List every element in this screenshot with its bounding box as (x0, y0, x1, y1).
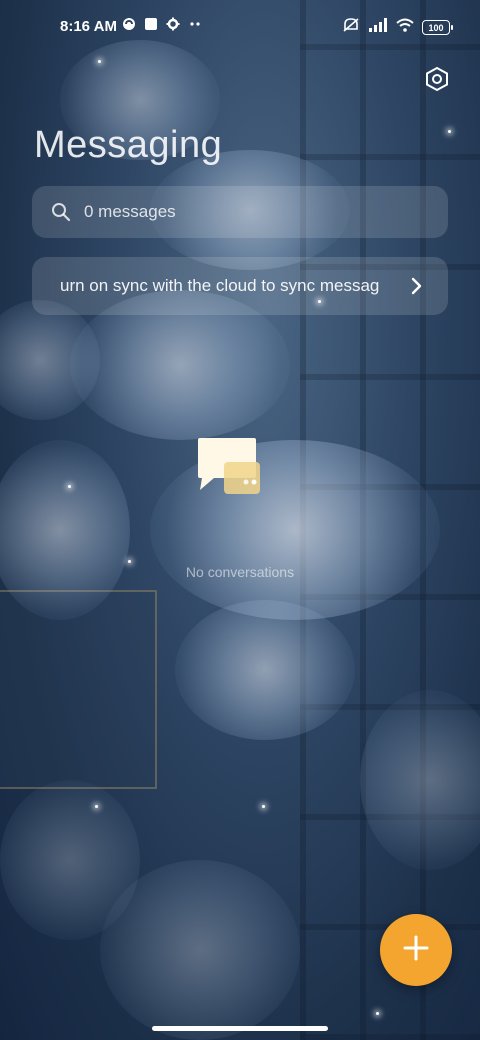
settings-hex-icon (424, 66, 450, 97)
status-time: 8:16 AM (60, 18, 117, 35)
sparkle (262, 805, 265, 808)
sparkle (376, 1012, 379, 1015)
sparkle (95, 805, 98, 808)
chevron-right-icon (406, 276, 426, 296)
blossom-cluster (360, 690, 480, 870)
status-right-icons: 100 (342, 17, 453, 38)
app-notification-icon (122, 17, 136, 36)
settings-button[interactable] (420, 64, 454, 98)
chat-bubbles-icon (196, 436, 262, 496)
search-bar[interactable] (32, 186, 448, 238)
more-dots-icon (188, 17, 202, 36)
home-indicator[interactable] (152, 1026, 328, 1031)
blossom-cluster (0, 300, 100, 420)
search-input[interactable] (82, 201, 416, 223)
sync-banner[interactable]: urn on sync with the cloud to sync messa… (32, 257, 448, 315)
mute-icon (342, 17, 360, 38)
wifi-icon (396, 18, 414, 37)
page-title: Messaging (34, 124, 223, 166)
blossom-cluster (0, 440, 130, 620)
square-notification-icon (144, 17, 158, 36)
status-left-icons (122, 17, 202, 36)
sparkle (68, 485, 71, 488)
plus-icon (402, 934, 430, 967)
signal-icon (368, 18, 388, 37)
empty-state-text: No conversations (185, 564, 295, 580)
new-message-button[interactable] (380, 914, 452, 986)
wallpaper-panel (0, 590, 157, 789)
blossom-cluster (175, 600, 355, 740)
sparkle (448, 130, 451, 133)
status-bar: 8:16 AM 100 (0, 0, 480, 56)
blossom-cluster (100, 860, 300, 1040)
search-icon (50, 201, 72, 223)
blossom-cluster (0, 780, 140, 940)
gear-notification-icon (166, 17, 180, 36)
empty-state: No conversations (140, 436, 340, 596)
sparkle (98, 60, 101, 63)
battery-icon: 100 (422, 20, 453, 35)
sync-banner-text: urn on sync with the cloud to sync messa… (60, 276, 380, 295)
sparkle (128, 560, 131, 563)
